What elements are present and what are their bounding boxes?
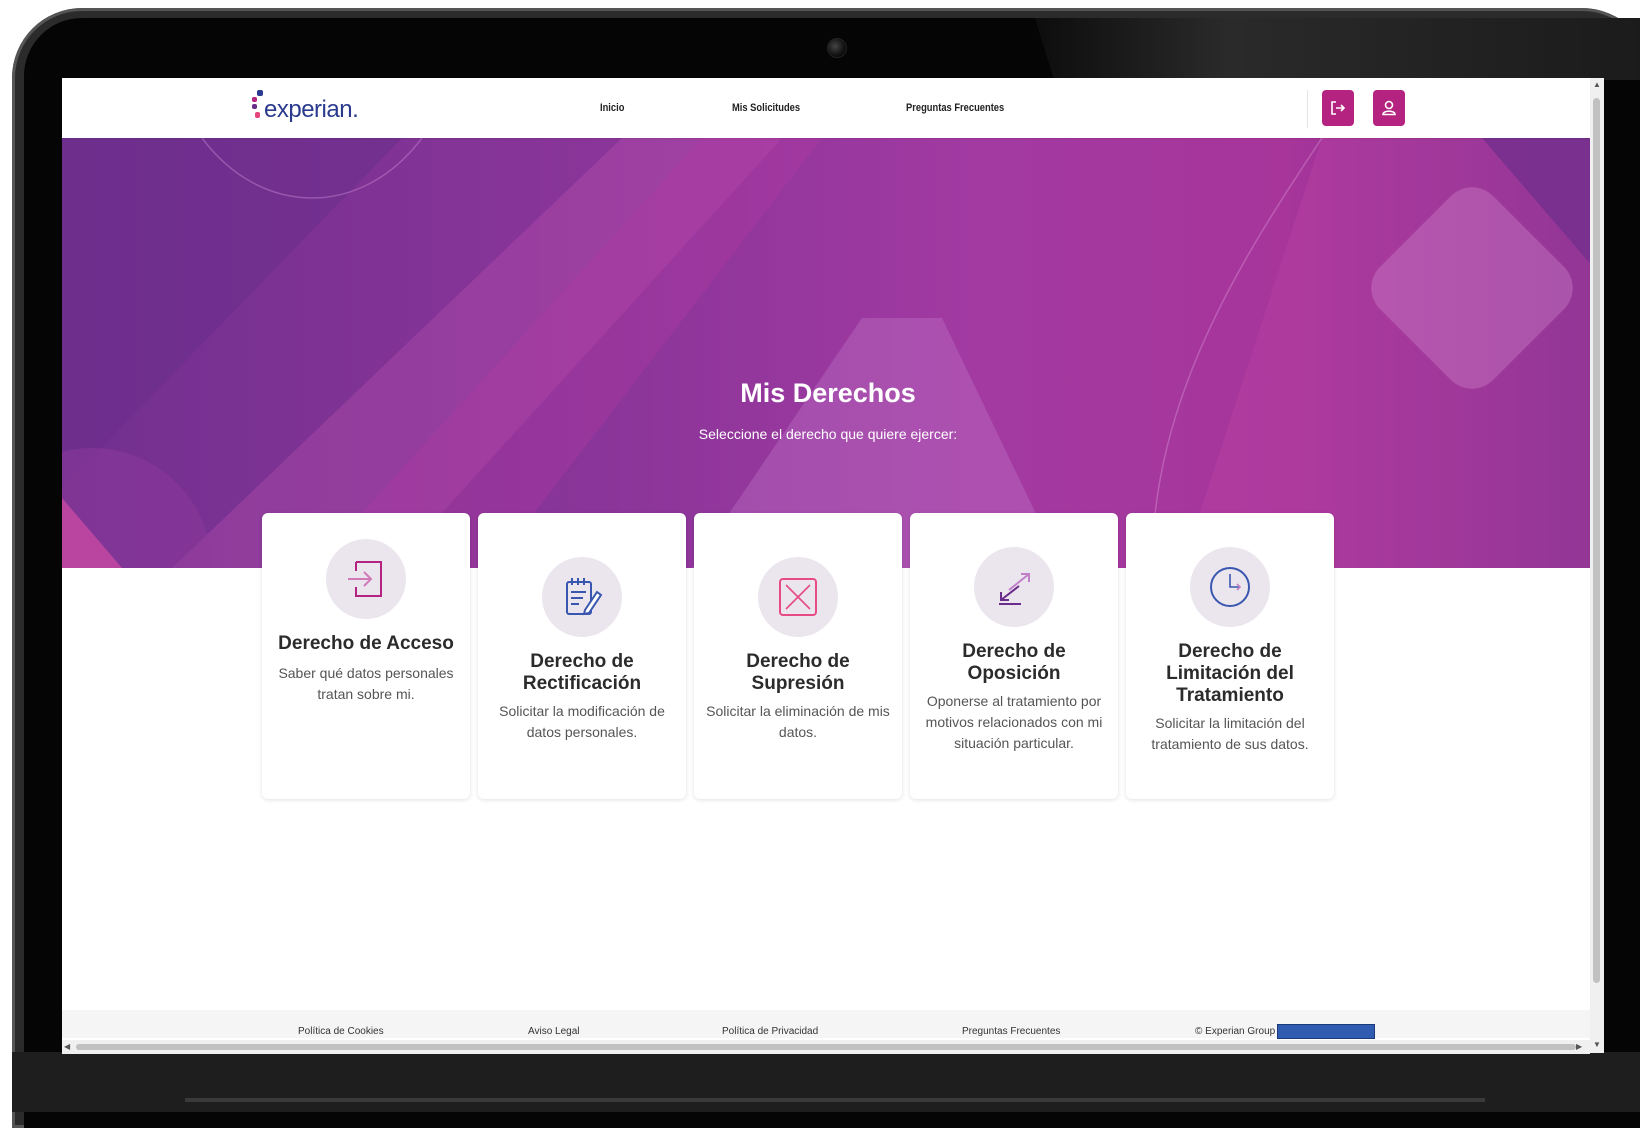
- card-derecho-limitacion[interactable]: Derecho de Limitación del Tratamiento So…: [1126, 513, 1334, 799]
- footer-link-privacidad[interactable]: Política de Privacidad: [722, 1026, 818, 1037]
- experian-logo[interactable]: experian.: [252, 88, 362, 128]
- card-title: Derecho de Oposición: [962, 641, 1066, 684]
- vertical-scroll-thumb[interactable]: [1593, 98, 1600, 983]
- card-icon-circle: [1190, 547, 1270, 627]
- footer-link-preguntas[interactable]: Preguntas Frecuentes: [962, 1026, 1060, 1037]
- scroll-right-icon[interactable]: ▶: [1576, 1042, 1582, 1051]
- laptop-chin: [12, 1052, 1640, 1112]
- card-title: Derecho de Supresión: [746, 651, 850, 694]
- logout-icon: [1331, 101, 1346, 115]
- card-icon-circle: [974, 547, 1054, 627]
- card-description: Solicitar la eliminación de mis datos.: [706, 703, 890, 740]
- card-icon-circle: [542, 557, 622, 637]
- card-description: Saber qué datos personales tratan sobre …: [278, 665, 454, 702]
- clock-icon: [1210, 567, 1250, 607]
- card-description: Oponerse al tratamiento por motivos rela…: [925, 693, 1103, 751]
- scroll-up-icon[interactable]: ▲: [1593, 80, 1601, 89]
- card-description: Solicitar la modificación de datos perso…: [499, 703, 665, 740]
- hero-banner: Mis Derechos Seleccione el derecho que q…: [62, 138, 1594, 568]
- profile-button[interactable]: [1373, 90, 1405, 126]
- page-subtitle: Seleccione el derecho que quiere ejercer…: [698, 426, 958, 442]
- footer: Política de Cookies Aviso Legal Política…: [62, 1010, 1594, 1039]
- nav-link-mis-solicitudes[interactable]: Mis Solicitudes: [732, 102, 800, 114]
- top-navbar: experian. Inicio Mis Solicitudes Pregunt…: [62, 78, 1594, 138]
- browser-viewport: experian. Inicio Mis Solicitudes Pregunt…: [62, 78, 1594, 1053]
- user-icon: [1382, 100, 1396, 116]
- laptop-hinge: [185, 1098, 1485, 1102]
- hero-background-shapes: [62, 138, 1594, 568]
- horizontal-scrollbar[interactable]: ◀ ▶: [62, 1040, 1590, 1054]
- footer-copyright: © Experian Group -: [1195, 1026, 1282, 1037]
- delete-box-icon: [779, 578, 817, 616]
- card-derecho-oposicion[interactable]: Derecho de Oposición Oponerse al tratami…: [910, 513, 1118, 799]
- card-title: Derecho de Rectificación: [522, 651, 642, 694]
- camera-icon: [827, 38, 847, 58]
- bezel-glare: [1035, 18, 1640, 80]
- scroll-down-icon[interactable]: ▼: [1593, 1040, 1601, 1049]
- logout-button[interactable]: [1322, 90, 1354, 126]
- card-icon-circle: [326, 539, 406, 619]
- nav-link-inicio[interactable]: Inicio: [600, 102, 624, 114]
- card-derecho-rectificacion[interactable]: Derecho de Rectificación Solicitar la mo…: [478, 513, 686, 799]
- logo-text: experian.: [264, 96, 359, 123]
- vertical-scrollbar[interactable]: ▲ ▼: [1590, 78, 1604, 1053]
- horizontal-scroll-thumb[interactable]: [76, 1044, 1576, 1050]
- card-derecho-acceso[interactable]: Derecho de Acceso Saber qué datos person…: [262, 513, 470, 799]
- card-derecho-supresion[interactable]: Derecho de Supresión Solicitar la elimin…: [694, 513, 902, 799]
- card-description: Solicitar la limitación del tratamiento …: [1151, 715, 1309, 752]
- opposing-arrows-icon: [999, 573, 1030, 605]
- nav-divider: [1307, 90, 1308, 128]
- footer-link-cookies[interactable]: Política de Cookies: [298, 1026, 384, 1037]
- page-title: Mis Derechos: [740, 378, 916, 408]
- card-icon-circle: [758, 557, 838, 637]
- enter-icon: [348, 561, 382, 597]
- nav-link-preguntas-frecuentes[interactable]: Preguntas Frecuentes: [906, 102, 1004, 114]
- scroll-left-icon[interactable]: ◀: [64, 1042, 70, 1051]
- footer-link-aviso-legal[interactable]: Aviso Legal: [528, 1026, 580, 1037]
- card-title: Derecho de Acceso: [278, 633, 454, 654]
- redacted-box: [1277, 1024, 1375, 1039]
- card-title: Derecho de Limitación del Tratamiento: [1166, 641, 1294, 706]
- notepad-edit-icon: [566, 578, 603, 616]
